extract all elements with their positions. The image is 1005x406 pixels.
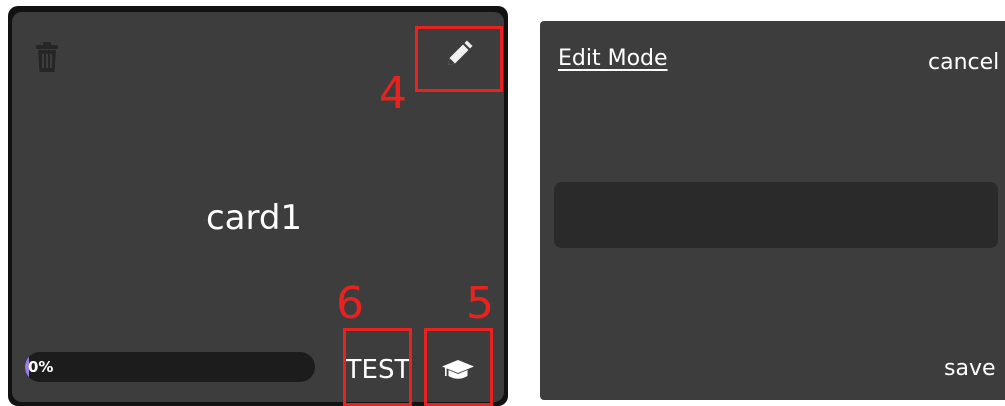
annotation-box-test [343,328,412,406]
card-title: card1 [205,198,303,238]
edit-mode-title: Edit Mode [558,46,668,71]
cancel-button[interactable]: cancel [928,50,999,75]
trash-icon[interactable] [36,42,58,72]
progress-label: 0% [28,358,54,376]
annotation-box-study [424,328,493,406]
annotation-label-4: 4 [379,68,407,119]
annotation-box-edit [415,26,503,92]
progress-bar [25,352,315,382]
save-button[interactable]: save [944,356,996,381]
annotation-label-5: 5 [466,278,494,329]
card-text-input[interactable] [554,182,998,248]
annotation-label-6: 6 [336,278,364,329]
